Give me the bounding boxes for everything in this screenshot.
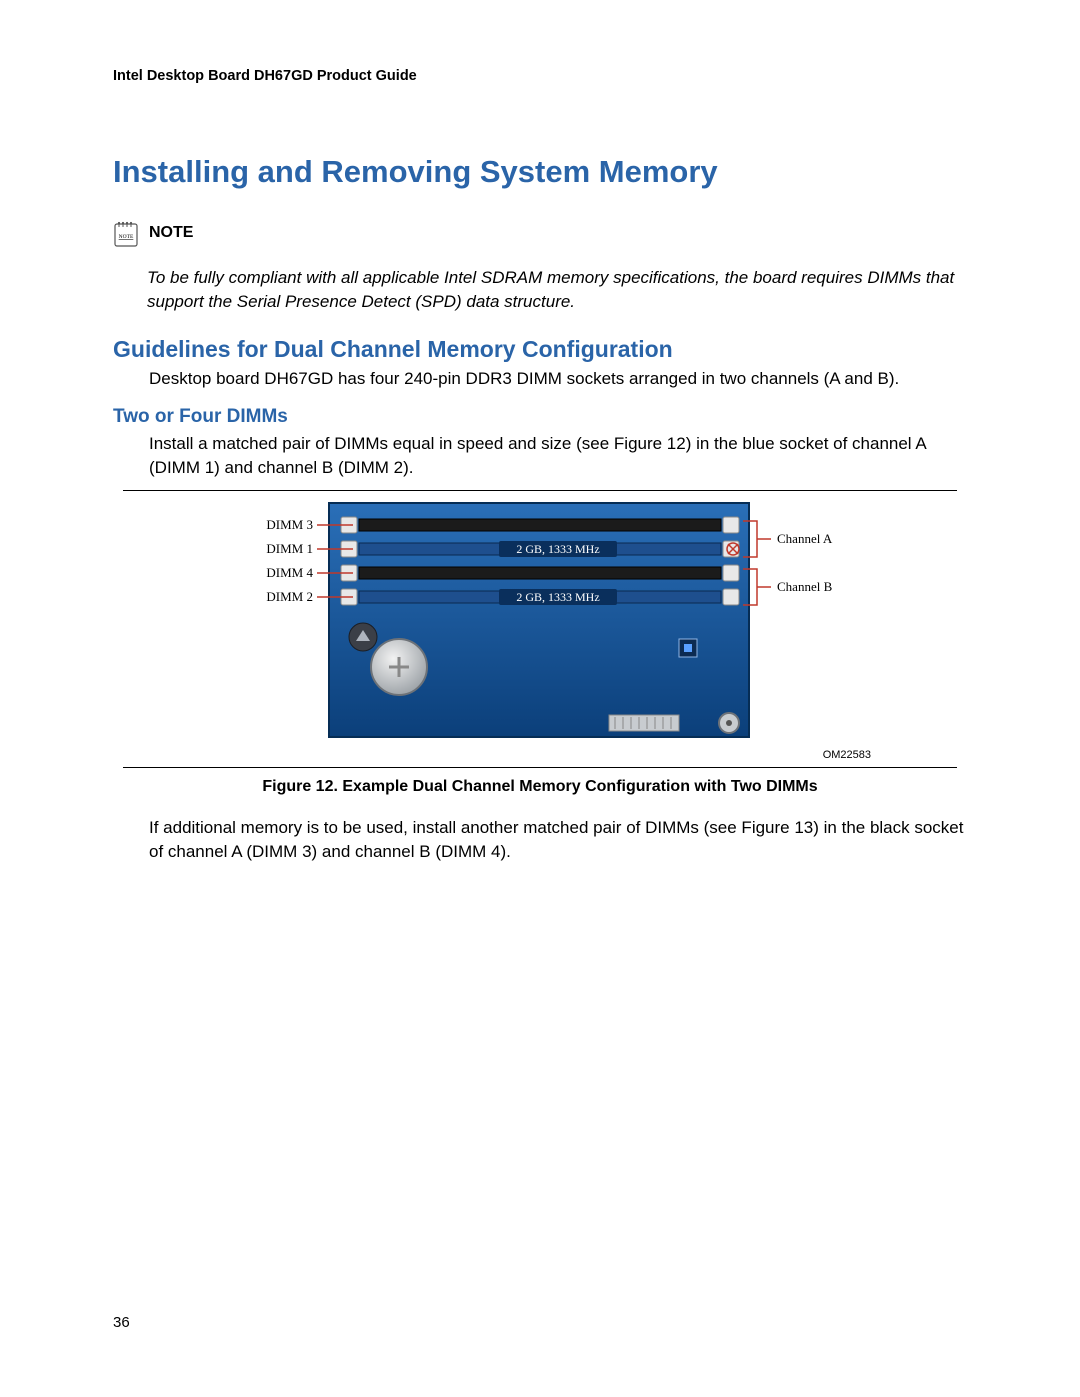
- page-title: Installing and Removing System Memory: [113, 154, 967, 190]
- figure-om-id: OM22583: [823, 749, 871, 761]
- figure-bottom-rule: [123, 767, 957, 768]
- section-para-2: If additional memory is to be used, inst…: [149, 816, 967, 864]
- dimm2-label: DIMM 2: [266, 589, 313, 604]
- svg-text:NOTE: NOTE: [119, 234, 134, 240]
- section-intro: Desktop board DH67GD has four 240-pin DD…: [149, 367, 967, 391]
- dimm1-label: DIMM 1: [266, 541, 313, 556]
- dimm3-label: DIMM 3: [266, 517, 313, 532]
- page-number: 36: [113, 1314, 130, 1331]
- figure-top-rule: [123, 490, 957, 491]
- running-header: Intel Desktop Board DH67GD Product Guide: [113, 68, 967, 84]
- section-heading: Guidelines for Dual Channel Memory Confi…: [113, 336, 967, 363]
- dimm2-spec-label: 2 GB, 1333 MHz: [516, 590, 599, 604]
- dimm4-label: DIMM 4: [266, 565, 313, 580]
- document-page: Intel Desktop Board DH67GD Product Guide…: [0, 0, 1080, 1397]
- figure-caption: Figure 12. Example Dual Channel Memory C…: [123, 778, 957, 796]
- note-text: To be fully compliant with all applicabl…: [147, 266, 967, 314]
- note-icon: NOTE: [113, 218, 139, 248]
- subsection-heading: Two or Four DIMMs: [113, 406, 967, 428]
- note-body: NOTE: [149, 218, 967, 246]
- note-block: NOTE NOTE: [113, 218, 967, 248]
- figure-block: 2 GB, 1333 MHz 2 GB, 1333 MHz: [123, 490, 957, 796]
- dimm1-spec-label: 2 GB, 1333 MHz: [516, 542, 599, 556]
- section-para-1: Install a matched pair of DIMMs equal in…: [149, 432, 967, 480]
- channel-b-label: Channel B: [777, 579, 833, 594]
- figure-image: 2 GB, 1333 MHz 2 GB, 1333 MHz: [209, 499, 871, 745]
- channel-a-label: Channel A: [777, 531, 833, 546]
- note-label: NOTE: [149, 224, 967, 242]
